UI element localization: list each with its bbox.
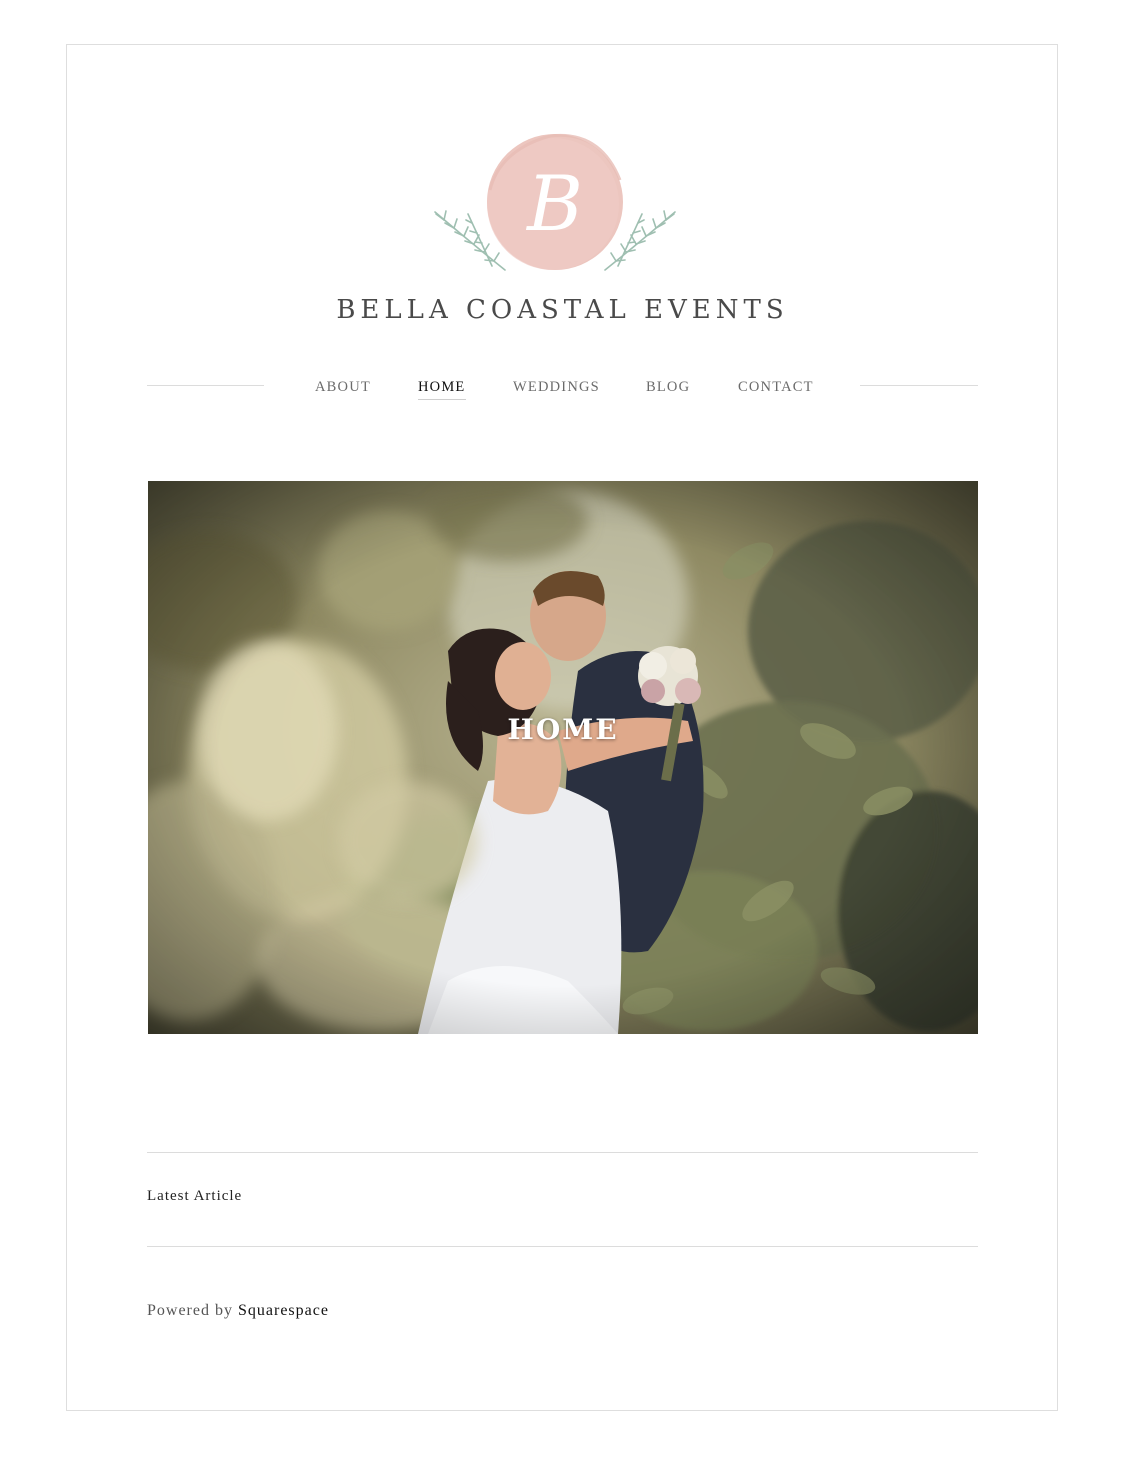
powered-by-prefix: Powered by bbox=[147, 1302, 233, 1319]
latest-article-label[interactable]: Latest Article bbox=[147, 1188, 242, 1205]
squarespace-link[interactable]: Squarespace bbox=[238, 1302, 329, 1319]
monogram-wreath-icon: B bbox=[434, 133, 676, 271]
monogram-letter: B bbox=[525, 159, 583, 248]
nav-item-about[interactable]: ABOUT bbox=[315, 376, 371, 398]
nav-item-home[interactable]: HOME bbox=[418, 376, 466, 400]
powered-by: Powered by Squarespace bbox=[147, 1302, 329, 1320]
nav-item-blog[interactable]: BLOG bbox=[646, 376, 690, 398]
divider-bottom bbox=[147, 1246, 978, 1247]
wedding-couple-photo bbox=[148, 481, 978, 1034]
nav-item-weddings[interactable]: WEDDINGS bbox=[513, 376, 600, 398]
site-title[interactable]: BELLA COASTAL EVENTS bbox=[0, 292, 1125, 328]
divider-top bbox=[147, 1152, 978, 1153]
main-nav: ABOUT HOME WEDDINGS BLOG CONTACT bbox=[0, 376, 1125, 402]
hero-title: HOME bbox=[507, 713, 619, 746]
site-logo[interactable]: B bbox=[430, 130, 680, 280]
nav-item-contact[interactable]: CONTACT bbox=[738, 376, 814, 398]
hero-banner: HOME bbox=[148, 481, 978, 1034]
